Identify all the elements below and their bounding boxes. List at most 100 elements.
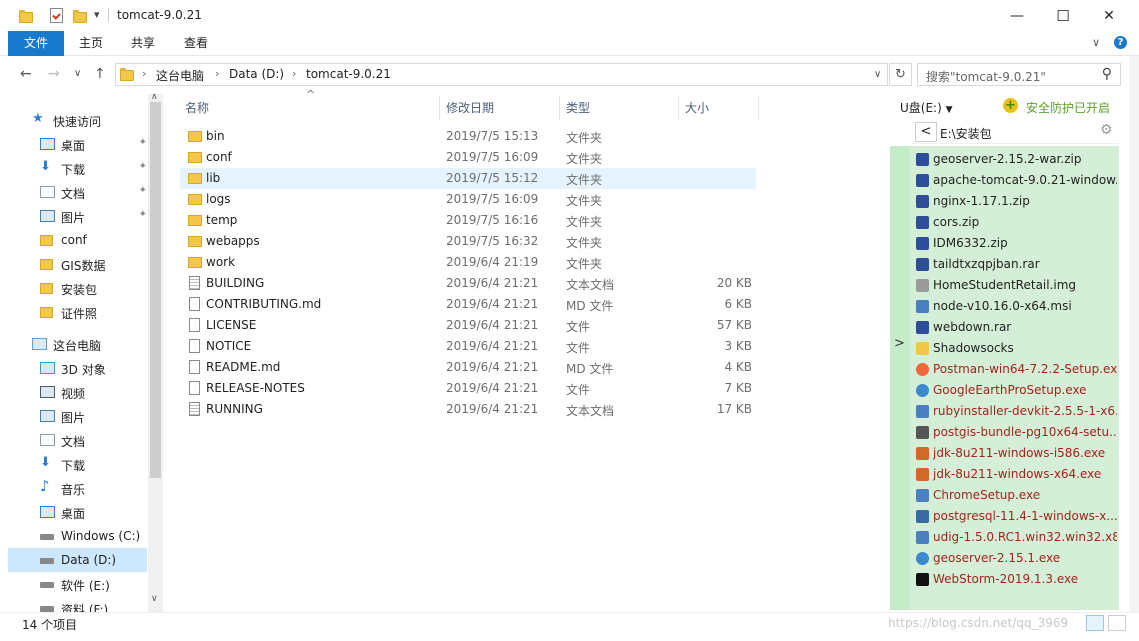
- sidebar-item[interactable]: 桌面: [8, 500, 147, 524]
- tab-file[interactable]: 文件: [8, 31, 64, 56]
- usb-file-item[interactable]: geoserver-2.15.1.exe: [910, 548, 1119, 569]
- column-divider[interactable]: [559, 96, 560, 120]
- scrollbar-thumb[interactable]: [150, 102, 161, 478]
- file-row[interactable]: RUNNING 2019/6/4 21:21 文本文档 17 KB: [180, 399, 756, 420]
- file-row[interactable]: logs 2019/7/5 16:09 文件夹: [180, 189, 756, 210]
- sidebar-item[interactable]: 文档: [8, 428, 147, 452]
- usb-drive-selector[interactable]: U盘(E:) ▼: [900, 99, 953, 116]
- column-divider[interactable]: [758, 96, 759, 120]
- large-icons-view-button[interactable]: [1108, 615, 1126, 631]
- quick-access-dropdown-icon[interactable]: ▾: [94, 8, 100, 21]
- sidebar-item[interactable]: ♪ 音乐: [8, 476, 147, 500]
- usb-file-item[interactable]: ChromeSetup.exe: [910, 485, 1119, 506]
- breadcrumb-tomcat[interactable]: tomcat-9.0.21: [306, 67, 391, 81]
- usb-file-item[interactable]: webdown.rar: [910, 317, 1119, 338]
- tab-share[interactable]: 共享: [117, 31, 169, 56]
- sidebar-item[interactable]: 3D 对象: [8, 356, 147, 380]
- breadcrumb-data-d[interactable]: Data (D:): [229, 67, 284, 81]
- pin-icon[interactable]: ✦: [139, 185, 147, 196]
- file-row[interactable]: RELEASE-NOTES 2019/6/4 21:21 文件 7 KB: [180, 378, 756, 399]
- usb-file-item[interactable]: nginx-1.17.1.zip: [910, 191, 1119, 212]
- tab-view[interactable]: 查看: [170, 31, 222, 56]
- sidebar-item[interactable]: 资料 (F:): [8, 596, 147, 612]
- file-row[interactable]: webapps 2019/7/5 16:32 文件夹: [180, 231, 756, 252]
- tab-home[interactable]: 主页: [65, 31, 117, 56]
- file-row[interactable]: temp 2019/7/5 16:16 文件夹: [180, 210, 756, 231]
- file-row[interactable]: LICENSE 2019/6/4 21:21 文件 57 KB: [180, 315, 756, 336]
- expand-chevron-icon[interactable]: >: [894, 336, 905, 351]
- pin-icon[interactable]: ✦: [139, 137, 147, 148]
- pin-icon[interactable]: ✦: [139, 209, 147, 220]
- usb-file-item[interactable]: Shadowsocks: [910, 338, 1119, 359]
- usb-file-item[interactable]: cors.zip: [910, 212, 1119, 233]
- sidebar-item[interactable]: 桌面 ✦: [8, 132, 147, 156]
- minimize-button[interactable]: —: [994, 0, 1040, 31]
- column-divider[interactable]: [678, 96, 679, 120]
- sidebar-item[interactable]: 这台电脑: [8, 332, 147, 356]
- close-button[interactable]: ✕: [1086, 0, 1132, 31]
- forward-button[interactable]: →: [48, 66, 60, 82]
- usb-file-item[interactable]: jdk-8u211-windows-x64.exe: [910, 464, 1119, 485]
- refresh-button[interactable]: ↻: [889, 63, 912, 86]
- pin-icon[interactable]: ✦: [139, 161, 147, 172]
- search-input[interactable]: 搜索"tomcat-9.0.21" ⚲: [917, 63, 1121, 86]
- protection-status[interactable]: 安全防护已开启: [1026, 99, 1110, 116]
- file-row[interactable]: CONTRIBUTING.md 2019/6/4 21:21 MD 文件 6 KB: [180, 294, 756, 315]
- usb-file-item[interactable]: udig-1.5.0.RC1.win32.win32.x8...: [910, 527, 1119, 548]
- file-row[interactable]: BUILDING 2019/6/4 21:21 文本文档 20 KB: [180, 273, 756, 294]
- maximize-button[interactable]: ☐: [1040, 0, 1086, 31]
- breadcrumb-this-pc[interactable]: 这台电脑: [156, 67, 204, 84]
- usb-file-item[interactable]: postgresql-11.4-1-windows-x...: [910, 506, 1119, 527]
- scroll-up-icon[interactable]: ∧: [151, 92, 158, 102]
- file-row[interactable]: lib 2019/7/5 15:12 文件夹: [180, 168, 756, 189]
- navigation-scrollbar[interactable]: ∧ ∨: [148, 92, 163, 612]
- address-dropdown-icon[interactable]: ∨: [874, 69, 881, 80]
- properties-icon[interactable]: [50, 8, 63, 23]
- file-row[interactable]: conf 2019/7/5 16:09 文件夹: [180, 147, 756, 168]
- usb-file-item[interactable]: jdk-8u211-windows-i586.exe: [910, 443, 1119, 464]
- sidebar-item[interactable]: ⬇ 下载 ✦: [8, 156, 147, 180]
- sidebar-item[interactable]: 安装包: [8, 276, 147, 300]
- usb-file-item[interactable]: postgis-bundle-pg10x64-setu...: [910, 422, 1119, 443]
- usb-file-item[interactable]: node-v10.16.0-x64.msi: [910, 296, 1119, 317]
- column-header-date[interactable]: 修改日期: [446, 99, 494, 116]
- usb-file-item[interactable]: WebStorm-2019.1.3.exe: [910, 569, 1119, 590]
- usb-file-item[interactable]: geoserver-2.15.2-war.zip: [910, 149, 1119, 170]
- sidebar-item[interactable]: ⬇ 下载: [8, 452, 147, 476]
- usb-file-item[interactable]: taildtxzqpjban.rar: [910, 254, 1119, 275]
- sidebar-item[interactable]: Data (D:): [8, 548, 147, 572]
- up-button[interactable]: ↑: [94, 66, 106, 82]
- column-header-type[interactable]: 类型: [566, 99, 590, 116]
- ribbon-expand-icon[interactable]: ∨: [1092, 36, 1100, 49]
- details-view-button[interactable]: [1086, 615, 1104, 631]
- column-header-name[interactable]: 名称: [185, 99, 209, 116]
- scroll-down-icon[interactable]: ∨: [151, 594, 158, 604]
- sidebar-item[interactable]: 证件照: [8, 300, 147, 324]
- sidebar-item[interactable]: conf: [8, 228, 147, 252]
- column-divider[interactable]: [439, 96, 440, 120]
- file-row[interactable]: work 2019/6/4 21:19 文件夹: [180, 252, 756, 273]
- sidebar-item[interactable]: 文档 ✦: [8, 180, 147, 204]
- file-row[interactable]: NOTICE 2019/6/4 21:21 文件 3 KB: [180, 336, 756, 357]
- new-folder-icon[interactable]: [73, 10, 87, 23]
- usb-back-button[interactable]: <: [915, 122, 937, 142]
- usb-file-item[interactable]: rubyinstaller-devkit-2.5.5-1-x6...: [910, 401, 1119, 422]
- address-bar[interactable]: › 这台电脑 › Data (D:) › tomcat-9.0.21 ∨: [115, 63, 888, 86]
- sidebar-item[interactable]: 视频: [8, 380, 147, 404]
- help-icon[interactable]: ?: [1114, 36, 1127, 49]
- sidebar-item[interactable]: 图片 ✦: [8, 204, 147, 228]
- usb-panel-collapse-strip[interactable]: >: [890, 146, 910, 610]
- sidebar-item[interactable]: 图片: [8, 404, 147, 428]
- sidebar-item[interactable]: GIS数据: [8, 252, 147, 276]
- back-button[interactable]: ←: [20, 66, 32, 82]
- usb-file-item[interactable]: apache-tomcat-9.0.21-window...: [910, 170, 1119, 191]
- search-icon[interactable]: ⚲: [1102, 66, 1112, 82]
- sidebar-item[interactable]: Windows (C:): [8, 524, 147, 548]
- usb-file-item[interactable]: HomeStudentRetail.img: [910, 275, 1119, 296]
- usb-file-item[interactable]: IDM6332.zip: [910, 233, 1119, 254]
- file-row[interactable]: README.md 2019/6/4 21:21 MD 文件 4 KB: [180, 357, 756, 378]
- sidebar-item[interactable]: 软件 (E:): [8, 572, 147, 596]
- sidebar-item[interactable]: ★ 快速访问: [8, 108, 147, 132]
- file-row[interactable]: bin 2019/7/5 15:13 文件夹: [180, 126, 756, 147]
- usb-file-item[interactable]: Postman-win64-7.2.2-Setup.exe: [910, 359, 1119, 380]
